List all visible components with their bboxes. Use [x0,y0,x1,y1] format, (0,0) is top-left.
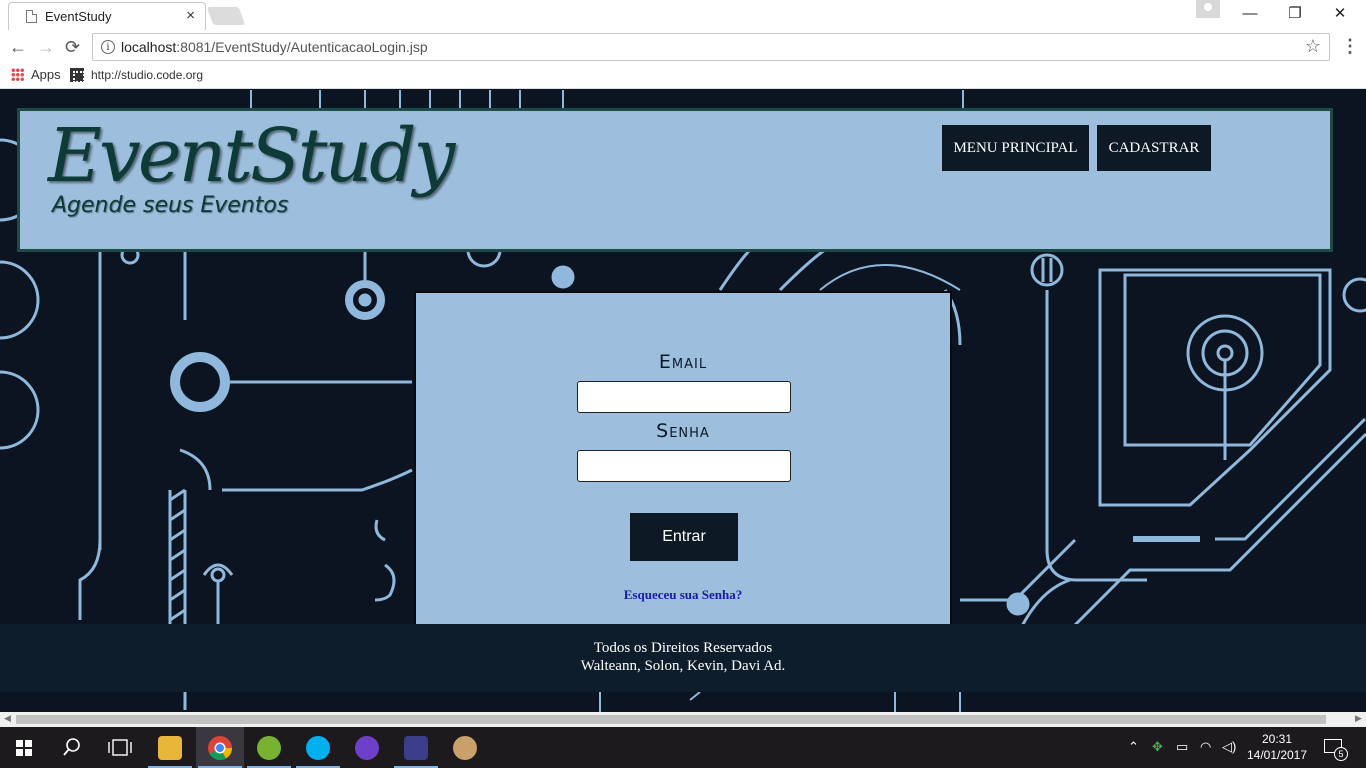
volume-icon[interactable]: ◁) [1222,739,1236,755]
apps-grid-icon[interactable] [11,68,24,81]
logo-title[interactable]: EventStudy [48,113,455,199]
reload-icon[interactable]: ⟳ [65,37,80,58]
tab-title: EventStudy [45,9,112,24]
profile-icon[interactable] [1196,0,1220,18]
utorrent-button[interactable] [245,727,293,768]
start-button[interactable] [0,727,48,768]
chrome-icon [208,736,232,761]
page-icon [26,10,37,23]
search-button[interactable] [48,727,96,768]
site-header: EventStudy Agende seus Eventos MENU PRIN… [17,108,1333,252]
browser-toolbar: ← → ⟳ i localhost:8081/EventStudy/Autent… [0,30,1366,64]
tab-close-icon[interactable]: × [186,7,195,24]
game-button[interactable] [392,727,440,768]
page-content: EventStudy Agende seus Eventos MENU PRIN… [0,90,1366,712]
wifi-icon[interactable]: ◠ [1200,739,1211,755]
tray-expand-icon[interactable]: ⌃ [1128,739,1139,755]
address-bar[interactable]: i localhost:8081/EventStudy/Autenticacao… [92,33,1330,61]
menu-principal-button[interactable]: MENU PRINCIPAL [942,125,1089,171]
browser-tab-bar: EventStudy × — ❐ ✕ [0,0,1366,30]
logo-subtitle: Agende seus Eventos [52,193,289,218]
scroll-left-icon[interactable]: ◀ [4,713,11,724]
browser-menu-icon[interactable]: ⋮ [1341,36,1359,57]
clock-time: 20:31 [1261,732,1293,746]
bookmark-apps[interactable]: Apps [31,67,61,82]
taskbar-clock[interactable]: 20:31 14/01/2017 [1246,731,1308,763]
minimize-button[interactable]: — [1230,3,1270,27]
bookmarks-bar: Apps http://studio.code.org [0,64,1366,89]
code-org-icon [70,68,85,83]
forward-icon[interactable]: → [37,37,55,58]
bookmark-code-org[interactable]: http://studio.code.org [91,68,203,82]
skype-button[interactable] [294,727,342,768]
browser-tab[interactable]: EventStudy × [8,2,206,30]
windows-taskbar: ⌃ ✥ ▭ ◠ ◁) 20:31 14/01/2017 5 [0,727,1366,768]
github-icon [355,736,379,760]
url-text: localhost:8081/EventStudy/AutenticacaoLo… [121,39,428,55]
restore-button[interactable]: ❐ [1275,3,1315,27]
back-icon[interactable]: ← [9,37,27,58]
clock-date: 14/01/2017 [1246,748,1308,762]
utorrent-icon [257,736,281,760]
notification-count: 5 [1334,747,1348,761]
folder-icon [158,736,182,760]
paint-button[interactable] [441,727,489,768]
password-label: Senha [656,420,710,442]
email-field[interactable] [577,381,791,413]
login-button[interactable]: Entrar [630,513,738,561]
file-explorer-button[interactable] [146,727,194,768]
tray-app-icon[interactable]: ✥ [1152,739,1163,755]
new-tab-button[interactable] [206,7,246,25]
game-icon [404,736,428,760]
windows-logo-icon [16,740,32,756]
forgot-password-link[interactable]: Esqueceu sua Senha? [416,587,950,603]
password-field[interactable] [577,450,791,482]
cadastrar-button[interactable]: CADASTRAR [1097,125,1211,171]
horizontal-scrollbar[interactable]: ◀ ▶ [0,712,1366,727]
paint-icon [453,736,477,760]
email-label: Email [658,351,708,373]
github-button[interactable] [343,727,391,768]
bookmark-star-icon[interactable]: ☆ [1305,36,1321,57]
battery-icon[interactable]: ▭ [1176,739,1188,755]
info-icon[interactable]: i [101,40,115,54]
site-footer: Todos os Direitos Reservados Walteann, S… [0,624,1366,692]
skype-icon [306,736,330,760]
task-view-button[interactable] [96,727,144,768]
scroll-right-icon[interactable]: ▶ [1355,713,1362,724]
close-window-button[interactable]: ✕ [1320,3,1360,27]
footer-rights: Todos os Direitos Reservados [593,640,773,656]
search-icon [63,738,80,756]
login-form: Email Senha Entrar Esqueceu sua Senha? [414,291,952,631]
footer-authors: Walteann, Solon, Kevin, Davi Ad. [580,658,786,674]
chrome-button[interactable] [196,727,244,768]
scrollbar-thumb[interactable] [16,715,1326,724]
task-view-icon [108,739,132,756]
